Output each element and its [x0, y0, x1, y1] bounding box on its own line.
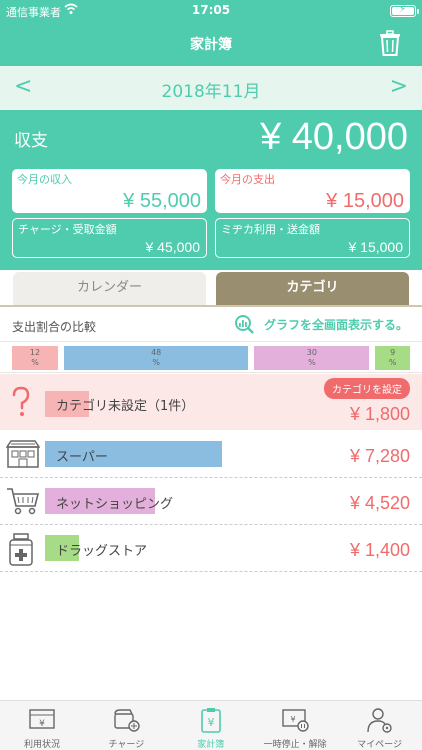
current-month: 2018年11月	[161, 82, 261, 102]
ratio-segment-unit: %	[31, 358, 39, 367]
svg-text:¥: ¥	[39, 719, 45, 729]
svg-text:¥: ¥	[291, 715, 296, 724]
ratio-segment-percent: 9	[390, 348, 396, 357]
category-amount: ¥ 4,520	[349, 493, 410, 513]
category-name: ドラッグストア	[56, 544, 148, 559]
balance-total: ¥ 40,000	[260, 116, 408, 158]
ratio-segment-unit: %	[388, 358, 397, 367]
next-month-button[interactable]: >	[390, 74, 408, 99]
tab-bar-label: 一時停止・解除	[263, 740, 327, 750]
tab-bar-item[interactable]: ¥ 家計簿	[169, 701, 253, 750]
income-value: ¥ 55,000	[123, 190, 201, 212]
tab-bar-label: チャージ	[108, 740, 145, 750]
category-row[interactable]: スーパー ¥ 7,280	[0, 432, 422, 478]
expense-value: ¥ 15,000	[326, 190, 404, 212]
status-time: 17:05	[191, 3, 231, 17]
income-label: 今月の収入	[17, 173, 72, 186]
category-name: ネットショッピング	[56, 497, 174, 512]
expense-label: 今月の支出	[220, 173, 275, 186]
charge-label: チャージ・受取金額	[18, 223, 117, 236]
mijika-box: ミヂカ利用・送金額 ¥ 15,000	[215, 218, 410, 258]
month-selector: < 2018年11月 >	[0, 66, 422, 110]
svg-text:¥: ¥	[207, 716, 214, 729]
tab-calendar[interactable]: カレンダー	[13, 272, 206, 306]
tab-bar-item[interactable]: ¥ 利用状況	[0, 701, 84, 750]
set-category-button[interactable]: カテゴリを設定	[324, 378, 410, 399]
category-amount: ¥ 1,400	[349, 540, 410, 560]
category-name: スーパー	[56, 450, 108, 465]
fullscreen-graph-link[interactable]: グラフを全画面表示する。	[264, 316, 408, 333]
expense-ratio-bar: 12% 48% 30% 9%	[0, 341, 422, 373]
tab-bar-item[interactable]: ¥ 一時停止・解除	[253, 701, 337, 750]
mijika-value: ¥ 15,000	[348, 239, 404, 255]
category-name: カテゴリ未設定（1件）	[56, 399, 195, 414]
ratio-segment: 9%	[375, 346, 410, 370]
ratio-segment: 30%	[254, 346, 370, 370]
expense-box: 今月の支出 ¥ 15,000	[215, 169, 410, 213]
bottom-tab-bar: ¥ 利用状況 チャージ ¥ 家計簿 ¥ 一時停止・解除 マイページ	[0, 700, 422, 750]
category-row[interactable]: ドラッグストア ¥ 1,400	[0, 526, 422, 572]
tab-bar-label: マイページ	[357, 740, 402, 750]
tab-bar-item[interactable]: チャージ	[84, 701, 168, 750]
nav-bar: 家計簿	[0, 22, 422, 66]
medicine-icon	[6, 533, 36, 571]
ratio-segment-percent: 12	[29, 348, 41, 357]
question-icon	[6, 385, 36, 423]
category-row[interactable]: カテゴリ未設定（1件） ¥ 1,800 カテゴリを設定	[0, 374, 422, 430]
ratio-header: 支出割合の比較 グラフを全画面表示する。	[0, 308, 422, 340]
ratio-segment: 48%	[64, 346, 249, 370]
charge-value: ¥ 45,000	[145, 239, 201, 255]
balance-summary: 収支 ¥ 40,000 今月の収入 ¥ 55,000 今月の支出 ¥ 15,00…	[0, 110, 422, 270]
tab-divider	[0, 305, 422, 307]
status-bar: 通信事業者 17:05 ⚡	[0, 0, 422, 22]
ratio-segment-percent: 30	[306, 348, 317, 357]
cart-icon	[6, 486, 40, 520]
tab-category[interactable]: カテゴリ	[216, 272, 409, 306]
category-amount: ¥ 1,800	[349, 404, 410, 424]
tab-bar-label: 家計簿	[197, 740, 225, 750]
balance-label: 収支	[14, 131, 48, 151]
supermarket-icon	[5, 439, 41, 473]
category-amount: ¥ 7,280	[349, 446, 410, 466]
ratio-title: 支出割合の比較	[12, 320, 97, 334]
ratio-segment-percent: 48	[151, 348, 162, 357]
tab-bar-item[interactable]: マイページ	[338, 701, 422, 750]
income-box: 今月の収入 ¥ 55,000	[12, 169, 207, 213]
ratio-segment-unit: %	[152, 358, 160, 367]
page-title: 家計簿	[190, 37, 232, 53]
trash-icon[interactable]	[378, 30, 402, 56]
tab-bar-label: 利用状況	[23, 740, 60, 750]
battery-icon: ⚡	[390, 4, 419, 17]
ratio-segment: 12%	[12, 346, 59, 370]
charge-box: チャージ・受取金額 ¥ 45,000	[12, 218, 207, 258]
view-tabs: カレンダー カテゴリ	[0, 270, 422, 306]
category-row[interactable]: ネットショッピング ¥ 4,520	[0, 479, 422, 525]
mijika-label: ミヂカ利用・送金額	[221, 223, 320, 236]
chart-search-icon[interactable]	[234, 314, 254, 334]
ratio-segment-unit: %	[308, 358, 316, 367]
